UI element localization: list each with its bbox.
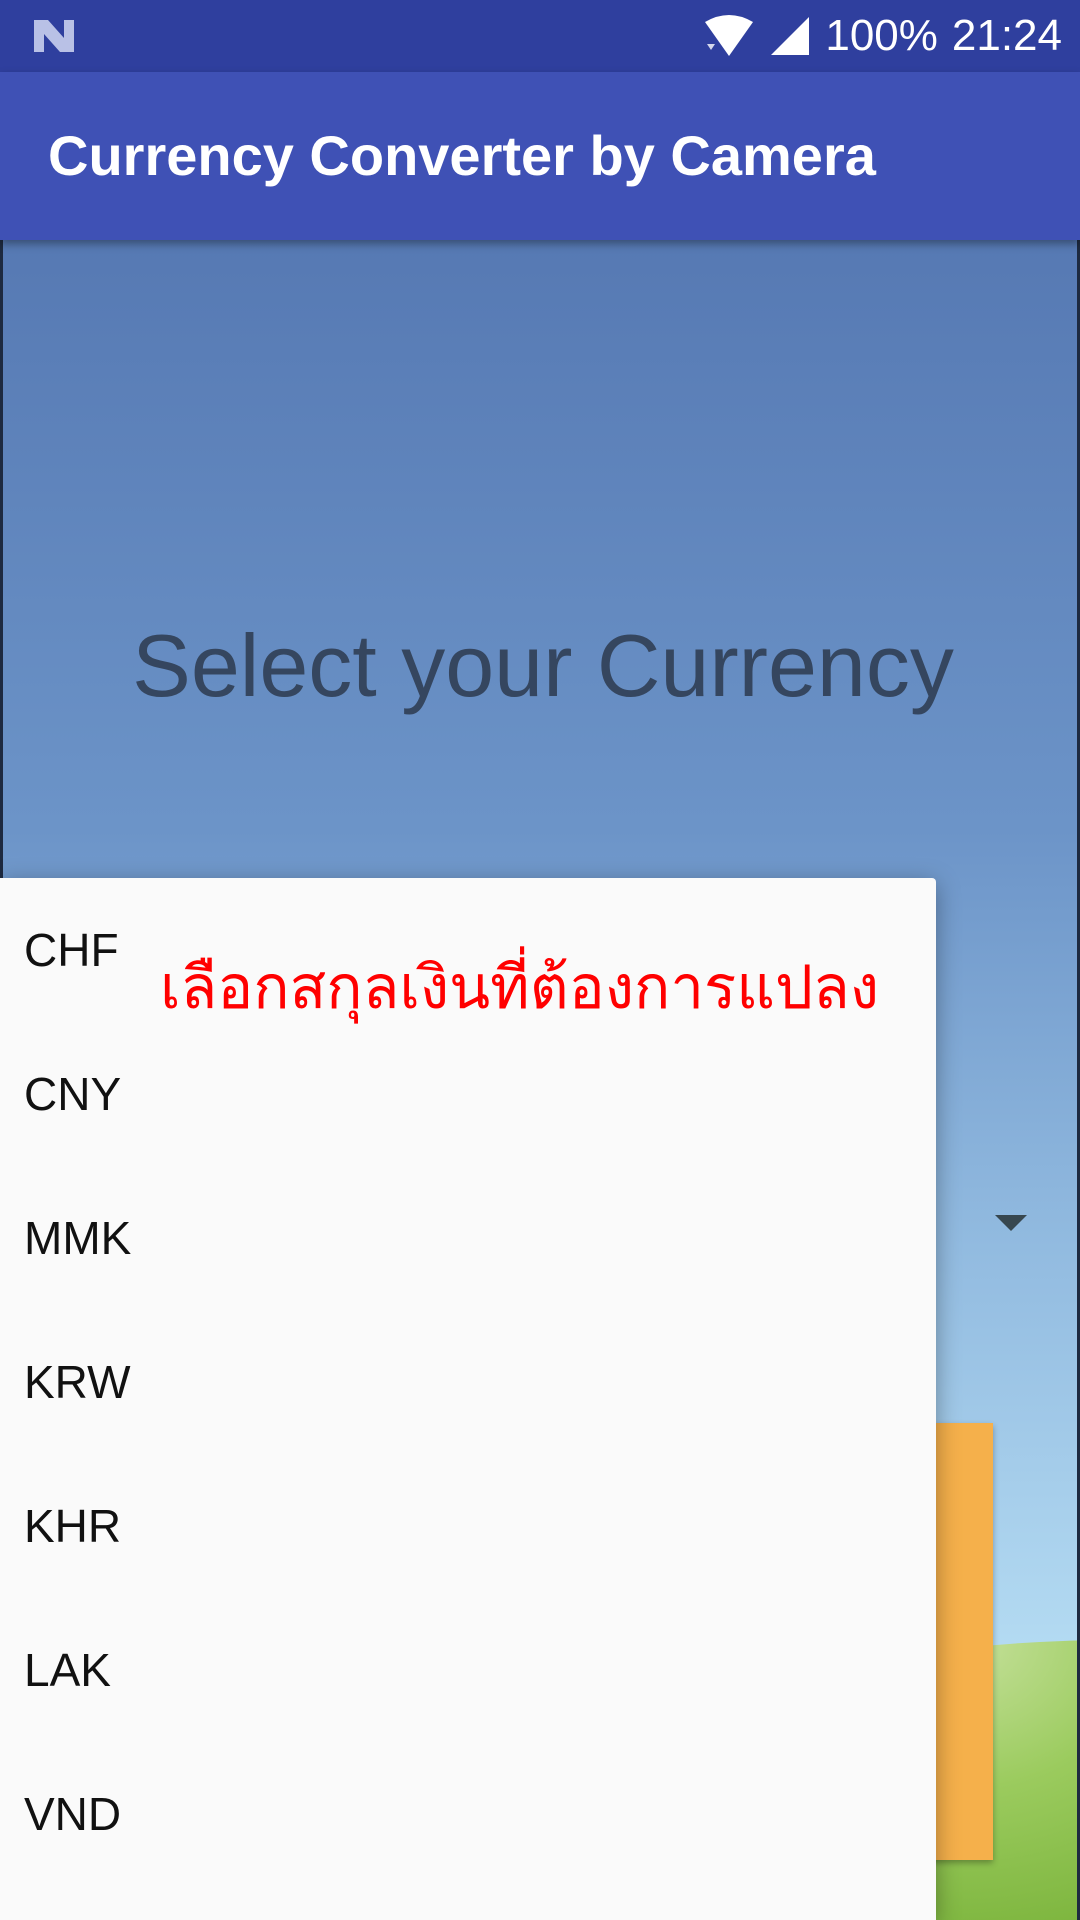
status-icons: 100% 21:24 <box>703 0 1062 72</box>
currency-option-khr[interactable]: KHR <box>0 1454 936 1598</box>
wifi-icon <box>705 15 754 56</box>
page-heading: Select your Currency <box>132 616 954 715</box>
dropdown-arrow-icon[interactable] <box>995 1215 1027 1231</box>
currency-option-lak[interactable]: LAK <box>0 1598 936 1742</box>
cell-signal-icon <box>771 17 810 55</box>
clock-text: 21:24 <box>951 11 1062 60</box>
currency-option-cny[interactable]: CNY <box>0 1022 936 1166</box>
status-bar: 100% 21:24 <box>0 0 1080 72</box>
currency-option-mmk[interactable]: MMK <box>0 1166 936 1310</box>
app-title: Currency Converter by Camera <box>48 124 876 187</box>
currency-option-vnd[interactable]: VND <box>0 1742 936 1886</box>
currency-option-krw[interactable]: KRW <box>0 1310 936 1454</box>
n-notification-icon <box>34 20 74 52</box>
app-bar: Currency Converter by Camera <box>0 72 1080 240</box>
thai-annotation: เลือกสกุลเงินที่ต้องการแปลง <box>160 953 880 1023</box>
screen: 100% 21:24 Currency Converter by Camera … <box>0 0 1080 1920</box>
battery-text: 100% <box>825 11 938 60</box>
